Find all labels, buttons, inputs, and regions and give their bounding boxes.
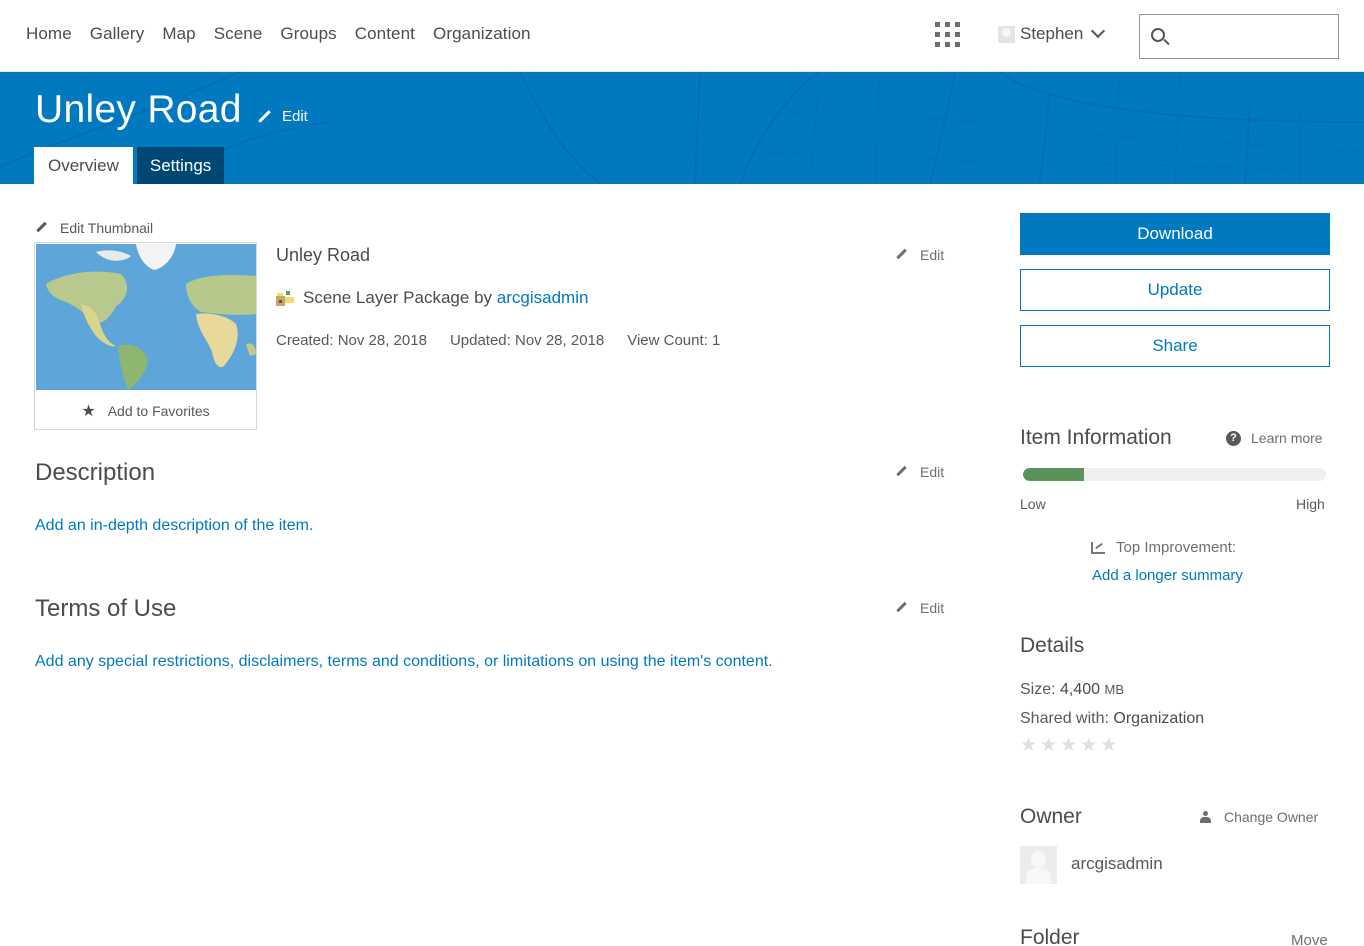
chevron-down-icon: [1091, 23, 1106, 39]
size-value: 4,400: [1060, 681, 1101, 698]
item-metadata: Created: Nov 28, 2018 Updated: Nov 28, 2…: [276, 332, 720, 349]
rating-star-1[interactable]: ★: [1020, 734, 1037, 757]
details-heading: Details: [1020, 634, 1085, 657]
add-to-favorites-button[interactable]: ★ Add to Favorites: [35, 393, 256, 429]
shared-with-value: Organization: [1113, 710, 1205, 727]
summary-edit-label: Edit: [920, 247, 945, 263]
size-label: Size:: [1020, 681, 1056, 698]
by-label: by: [474, 288, 493, 307]
nav-groups[interactable]: Groups: [280, 24, 336, 44]
change-owner-button[interactable]: Change Owner: [1200, 809, 1318, 825]
pencil-icon: [258, 110, 272, 124]
learn-more-link[interactable]: ? Learn more: [1226, 430, 1323, 446]
description-edit-button[interactable]: Edit: [896, 464, 944, 480]
add-to-favorites-label: Add to Favorites: [107, 403, 210, 419]
edit-thumbnail-label: Edit Thumbnail: [60, 220, 154, 236]
item-title: Unley Road: [35, 88, 242, 131]
nav-home[interactable]: Home: [26, 24, 72, 44]
progress-low-label: Low: [1020, 496, 1046, 512]
summary-edit-button[interactable]: Edit: [896, 247, 944, 263]
description-heading: Description: [35, 459, 156, 486]
thumbnail-world-map: [36, 244, 256, 390]
pencil-icon: [896, 249, 908, 261]
rating-stars: ★ ★ ★ ★ ★: [1020, 734, 1117, 757]
add-description-link[interactable]: Add an in-depth description of the item.: [35, 517, 313, 535]
help-icon: ?: [1226, 430, 1241, 446]
add-terms-link[interactable]: Add any special restrictions, disclaimer…: [35, 653, 773, 671]
apps-grid-icon[interactable]: [935, 22, 961, 47]
person-icon: [1200, 811, 1211, 823]
terms-heading: Terms of Use: [35, 595, 177, 622]
rating-star-5[interactable]: ★: [1100, 734, 1117, 757]
item-type-line: Scene Layer Package by arcgisadmin: [276, 288, 588, 308]
chart-icon: [1091, 541, 1105, 554]
item-information-progress: [1023, 468, 1326, 481]
top-improvement-link[interactable]: Add a longer summary: [1092, 567, 1243, 584]
scene-layer-package-icon: [276, 291, 294, 306]
owner-name[interactable]: arcgisadmin: [1071, 854, 1163, 874]
terms-edit-button[interactable]: Edit: [896, 600, 944, 616]
terms-edit-label: Edit: [920, 600, 945, 616]
nav-content[interactable]: Content: [355, 24, 415, 44]
tab-settings[interactable]: Settings: [136, 147, 225, 184]
pencil-icon: [896, 602, 908, 614]
nav-gallery[interactable]: Gallery: [90, 24, 145, 44]
created-date: Created: Nov 28, 2018: [276, 332, 427, 349]
download-button[interactable]: Download: [1020, 213, 1330, 255]
shared-with-line: Shared with: Organization: [1020, 710, 1204, 728]
rating-star-4[interactable]: ★: [1080, 734, 1097, 757]
edit-thumbnail-button[interactable]: Edit Thumbnail: [36, 220, 153, 236]
top-navigation: Home Gallery Map Scene Groups Content Or…: [0, 0, 1364, 72]
item-banner: Unley Road Edit Overview Settings: [0, 72, 1364, 184]
size-line: Size: 4,400 MB: [1020, 681, 1124, 699]
rating-star-2[interactable]: ★: [1040, 734, 1057, 757]
shared-with-label: Shared with:: [1020, 710, 1109, 727]
star-icon: ★: [81, 403, 96, 420]
search-input[interactable]: [1180, 21, 1330, 51]
item-information-heading: Item Information: [1020, 426, 1172, 449]
move-folder-link[interactable]: Move: [1291, 932, 1328, 946]
share-button[interactable]: Share: [1020, 325, 1330, 367]
user-name: Stephen: [1020, 24, 1084, 43]
thumbnail-card: ★ Add to Favorites: [34, 242, 257, 430]
user-menu[interactable]: Stephen: [998, 23, 1106, 44]
pencil-icon: [36, 222, 48, 234]
update-button[interactable]: Update: [1020, 269, 1330, 311]
nav-scene[interactable]: Scene: [214, 24, 263, 44]
world-map-illustration: [36, 244, 256, 390]
top-improvement: Top Improvement:: [1091, 539, 1236, 556]
owner-avatar: [1020, 846, 1057, 884]
tab-overview[interactable]: Overview: [34, 147, 133, 184]
top-improvement-label: Top Improvement:: [1116, 539, 1237, 556]
rating-star-3[interactable]: ★: [1060, 734, 1077, 757]
learn-more-label: Learn more: [1251, 430, 1323, 446]
nav-organization[interactable]: Organization: [433, 24, 531, 44]
folder-heading: Folder: [1020, 926, 1080, 946]
nav-map[interactable]: Map: [162, 24, 195, 44]
title-edit-label: Edit: [282, 108, 308, 125]
pencil-icon: [896, 466, 908, 478]
primary-nav: Home Gallery Map Scene Groups Content Or…: [26, 24, 549, 44]
search-box: [1139, 14, 1339, 59]
view-count: View Count: 1: [627, 332, 721, 349]
user-avatar-icon: [998, 25, 1015, 43]
owner-link[interactable]: arcgisadmin: [497, 288, 589, 308]
description-edit-label: Edit: [920, 464, 945, 480]
size-unit: MB: [1104, 682, 1125, 697]
owner-heading: Owner: [1020, 805, 1082, 828]
item-tabs: Overview Settings: [34, 147, 225, 184]
item-summary-title: Unley Road: [276, 245, 371, 265]
title-edit-button[interactable]: Edit: [258, 108, 308, 125]
change-owner-label: Change Owner: [1224, 809, 1319, 825]
item-type-label: Scene Layer Package: [303, 288, 470, 307]
updated-date: Updated: Nov 28, 2018: [449, 332, 605, 349]
search-icon[interactable]: [1151, 28, 1165, 42]
item-information-progress-fill: [1023, 468, 1084, 481]
progress-high-label: High: [1296, 496, 1325, 512]
